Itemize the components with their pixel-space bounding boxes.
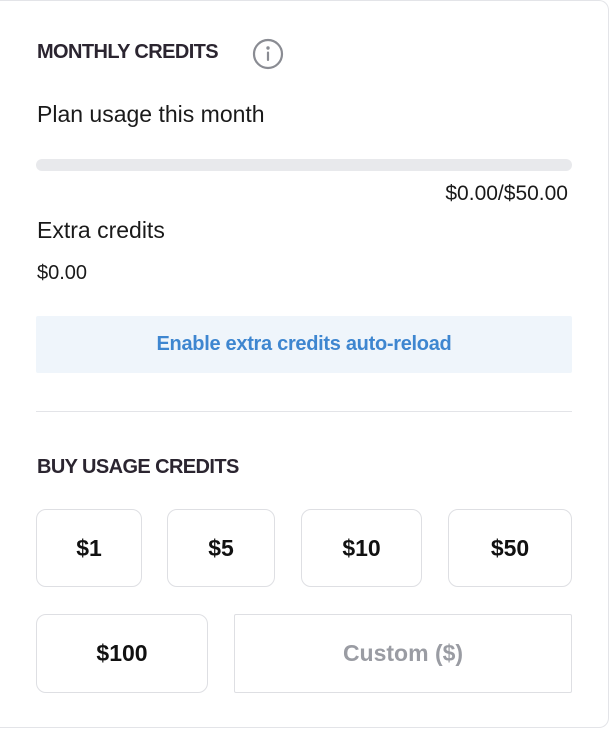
enable-auto-reload-button[interactable]: Enable extra credits auto-reload xyxy=(36,316,572,373)
buy-usage-credits-title: BUY USAGE CREDITS xyxy=(37,456,239,478)
info-icon[interactable] xyxy=(252,38,284,70)
buy-1-button[interactable]: $1 xyxy=(36,509,142,587)
buy-10-button[interactable]: $10 xyxy=(301,509,422,587)
buy-50-button[interactable]: $50 xyxy=(448,509,572,587)
plan-usage-label: Plan usage this month xyxy=(37,101,265,127)
monthly-credits-title: MONTHLY CREDITS xyxy=(37,41,219,63)
plan-usage-progress-bar xyxy=(36,159,572,171)
buy-5-button[interactable]: $5 xyxy=(167,509,275,587)
custom-amount-input[interactable] xyxy=(234,614,572,693)
credits-panel: MONTHLY CREDITS Plan usage this month $0… xyxy=(0,0,609,728)
extra-credits-amount: $0.00 xyxy=(37,262,88,284)
extra-credits-label: Extra credits xyxy=(37,217,165,243)
section-divider xyxy=(36,411,572,412)
buy-100-button[interactable]: $100 xyxy=(36,614,208,693)
plan-usage-amount: $0.00/$50.00 xyxy=(445,182,568,205)
